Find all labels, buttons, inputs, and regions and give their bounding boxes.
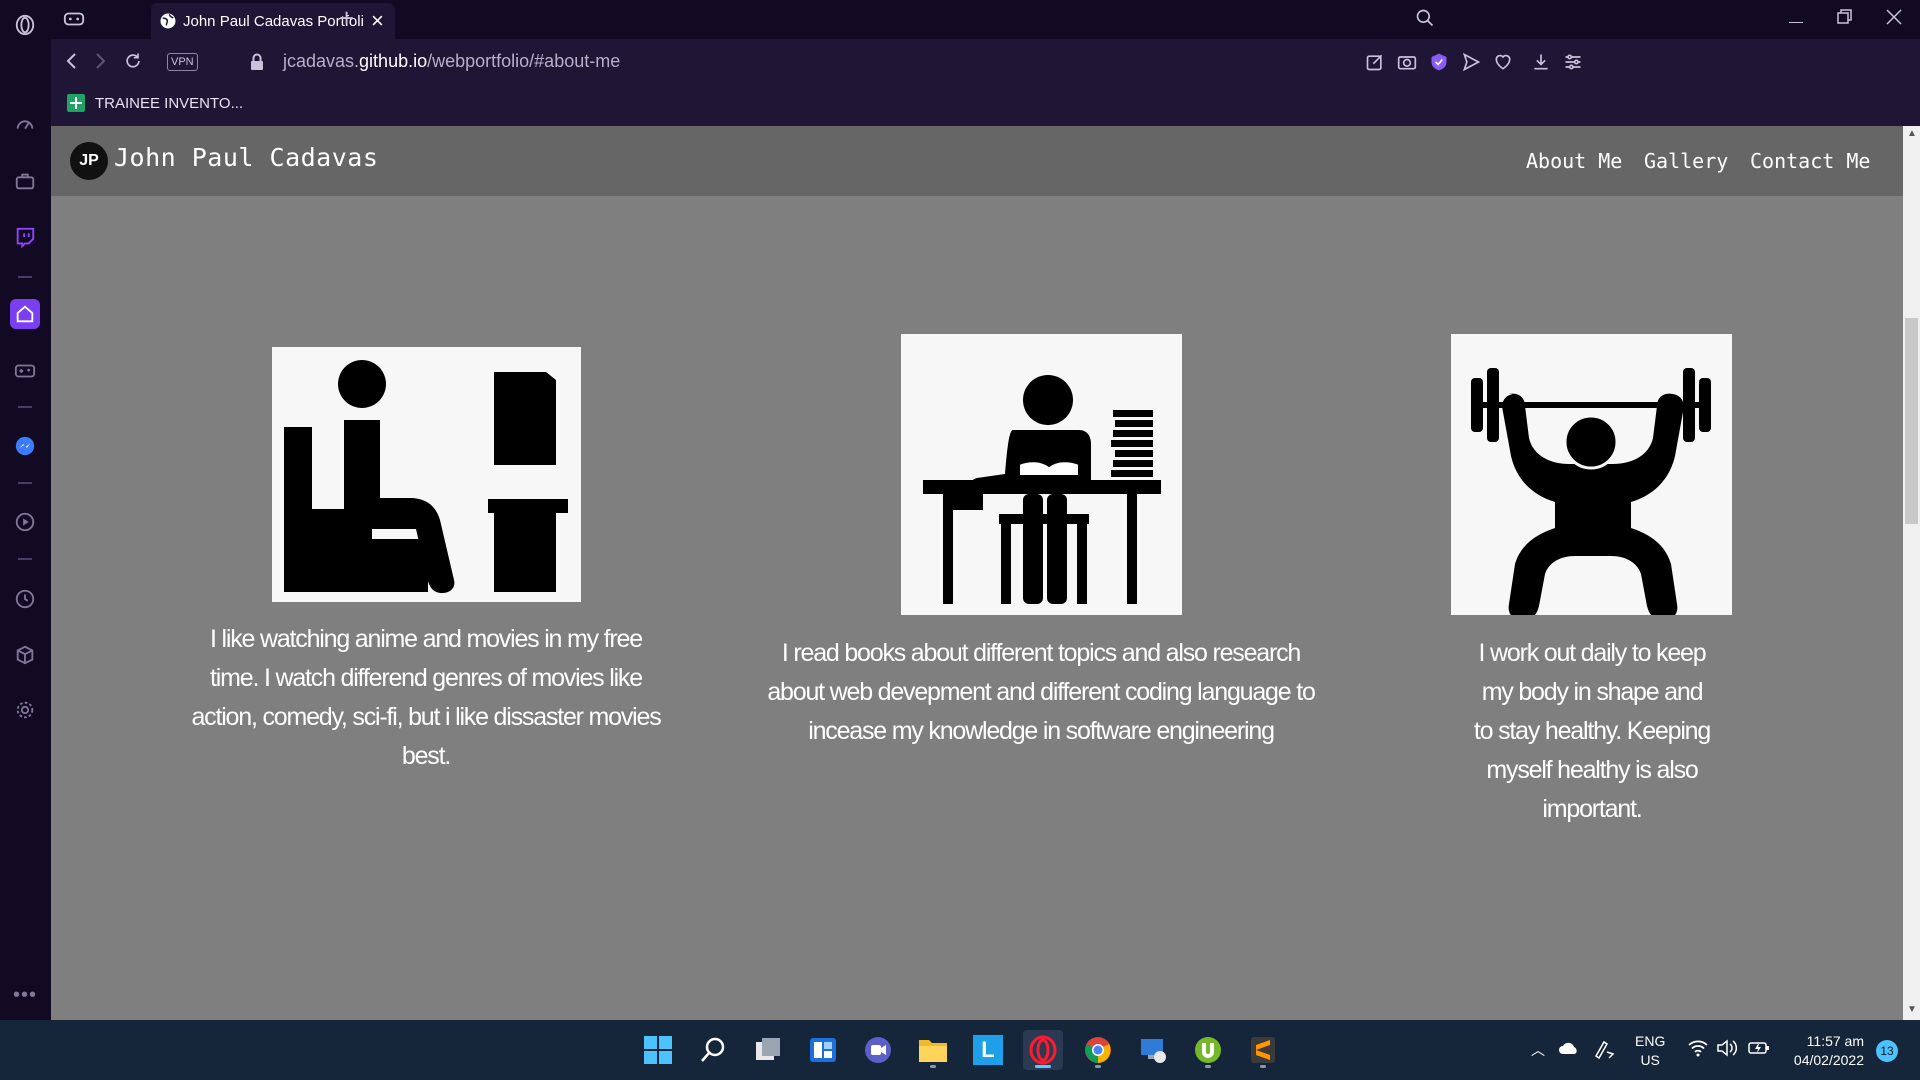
show-hidden-icons-chevron-icon[interactable]: ︿: [1531, 1040, 1545, 1060]
card-workout-text: I work out daily to keep my body in shap…: [1473, 639, 1711, 823]
web-page: JP John Paul Cadavas About Me Gallery Co…: [51, 126, 1903, 1020]
history-icon[interactable]: [10, 584, 40, 614]
chrome-icon[interactable]: [1078, 1030, 1118, 1070]
close-tab-icon[interactable]: ×: [371, 8, 384, 34]
bookmarks-bar: TRAINEE INVENTO...: [51, 86, 1920, 126]
notification-count-badge[interactable]: 13: [1876, 1040, 1898, 1062]
region-code: US: [1640, 1052, 1660, 1068]
forward-icon[interactable]: [93, 51, 107, 76]
tab-bar: John Paul Cadavas Portfolio × +: [51, 0, 1920, 39]
home-icon[interactable]: [10, 299, 40, 329]
scroll-down-icon[interactable]: ▼: [1907, 1004, 1917, 1015]
clock-date: 04/02/2022: [1793, 1052, 1864, 1068]
page-scrollbar[interactable]: ▲ ▼: [1903, 126, 1920, 1020]
scroll-thumb[interactable]: [1905, 318, 1918, 524]
pen-input-icon[interactable]: [1592, 1038, 1616, 1065]
bookmark-label: TRAINEE INVENTO...: [95, 94, 244, 112]
nav-about-me[interactable]: About Me: [1526, 149, 1622, 173]
more-options-icon[interactable]: •••: [10, 980, 40, 1010]
site-navbar: JP John Paul Cadavas About Me Gallery Co…: [51, 126, 1903, 196]
start-icon[interactable]: [638, 1030, 678, 1070]
tab-title: John Paul Cadavas Portfolio: [183, 12, 363, 30]
url-prefix: jcadavas.: [283, 51, 360, 71]
sidebar-divider: [18, 276, 32, 278]
heart-icon[interactable]: [1493, 52, 1513, 77]
bookmark-trainee-inventory[interactable]: TRAINEE INVENTO...: [67, 94, 243, 112]
easy-setup-icon[interactable]: [1563, 52, 1583, 77]
player-icon[interactable]: [10, 507, 40, 537]
reading-at-desk-icon: [901, 334, 1182, 615]
sidebar-divider: [18, 482, 32, 484]
utorrent-icon[interactable]: [1188, 1030, 1228, 1070]
settings-gear-icon[interactable]: [10, 695, 40, 725]
watching-tv-icon: [272, 347, 581, 602]
l-app-icon[interactable]: L: [968, 1030, 1008, 1070]
site-brand[interactable]: John Paul Cadavas: [114, 143, 378, 172]
card-reading-text: I read books about different topics and …: [767, 639, 1316, 745]
tab-active[interactable]: John Paul Cadavas Portfolio ×: [151, 3, 395, 39]
briefcase-icon[interactable]: [10, 166, 40, 196]
card-anime-text: I like watching anime and movies in my f…: [191, 625, 661, 770]
restore-icon[interactable]: [1836, 8, 1854, 31]
nav-contact-me[interactable]: Contact Me: [1750, 149, 1870, 173]
url-field[interactable]: jcadavas.github.io/webportfolio/#about-m…: [283, 51, 620, 72]
globe-icon: [160, 13, 176, 29]
nav-gallery[interactable]: Gallery: [1644, 149, 1728, 173]
language-code: ENG: [1635, 1033, 1666, 1049]
clock-time: 11:57 am: [1806, 1033, 1864, 1049]
sidebar-divider: [18, 406, 32, 408]
site-logo[interactable]: JP: [70, 142, 108, 180]
vpn-badge[interactable]: VPN: [167, 53, 198, 71]
file-explorer-icon[interactable]: [913, 1030, 953, 1070]
browser-sidebar: •••: [0, 0, 51, 1020]
opera-menu-icon[interactable]: [10, 10, 40, 40]
url-path: /webportfolio/#about-me: [427, 51, 621, 71]
minimize-icon[interactable]: [1787, 8, 1807, 28]
volume-icon[interactable]: [1716, 1039, 1738, 1062]
snapshot-edit-icon[interactable]: [1365, 52, 1385, 77]
lock-icon[interactable]: [250, 53, 264, 76]
onedrive-cloud-icon[interactable]: [1558, 1040, 1580, 1061]
wifi-icon[interactable]: [1688, 1039, 1708, 1062]
extensions-icon[interactable]: [10, 640, 40, 670]
scroll-up-icon[interactable]: ▲: [1907, 128, 1917, 139]
adblock-shield-icon[interactable]: [1429, 52, 1449, 77]
speed-dial-icon[interactable]: [10, 110, 40, 140]
twitch-icon[interactable]: [10, 222, 40, 252]
reload-icon[interactable]: [123, 51, 143, 76]
sidebar-divider: [18, 558, 32, 560]
sublime-text-icon[interactable]: [1243, 1030, 1283, 1070]
close-window-icon[interactable]: [1885, 8, 1903, 31]
remote-desktop-icon[interactable]: [1133, 1030, 1173, 1070]
weightlifting-icon: [1451, 334, 1732, 615]
task-view-icon[interactable]: [748, 1030, 788, 1070]
address-bar: VPN jcadavas.github.io/webportfolio/#abo…: [51, 39, 1920, 86]
opera-icon[interactable]: [1023, 1030, 1063, 1070]
back-icon[interactable]: [65, 51, 79, 76]
clock[interactable]: 11:57 am 04/02/2022: [1788, 1032, 1864, 1070]
messenger-icon[interactable]: [10, 431, 40, 461]
google-sheets-icon: [67, 94, 85, 112]
download-icon[interactable]: [1531, 52, 1551, 77]
language-indicator[interactable]: ENG US: [1635, 1032, 1665, 1070]
url-domain: github.io: [359, 51, 428, 71]
teams-chat-icon[interactable]: [858, 1030, 898, 1070]
widgets-icon[interactable]: [803, 1030, 843, 1070]
camera-icon[interactable]: [1397, 52, 1417, 77]
windows-taskbar: L ︿ ENG US 11:57 am 04/02/2022 13: [0, 1020, 1920, 1080]
new-tab-icon[interactable]: +: [339, 3, 354, 34]
search-icon[interactable]: [693, 1030, 733, 1070]
send-icon[interactable]: [1461, 52, 1481, 77]
search-tabs-icon[interactable]: [1415, 8, 1435, 33]
battery-charging-icon[interactable]: [1748, 1039, 1770, 1062]
gamepad-icon[interactable]: [10, 356, 40, 386]
gx-workspace-icon[interactable]: [63, 9, 85, 34]
